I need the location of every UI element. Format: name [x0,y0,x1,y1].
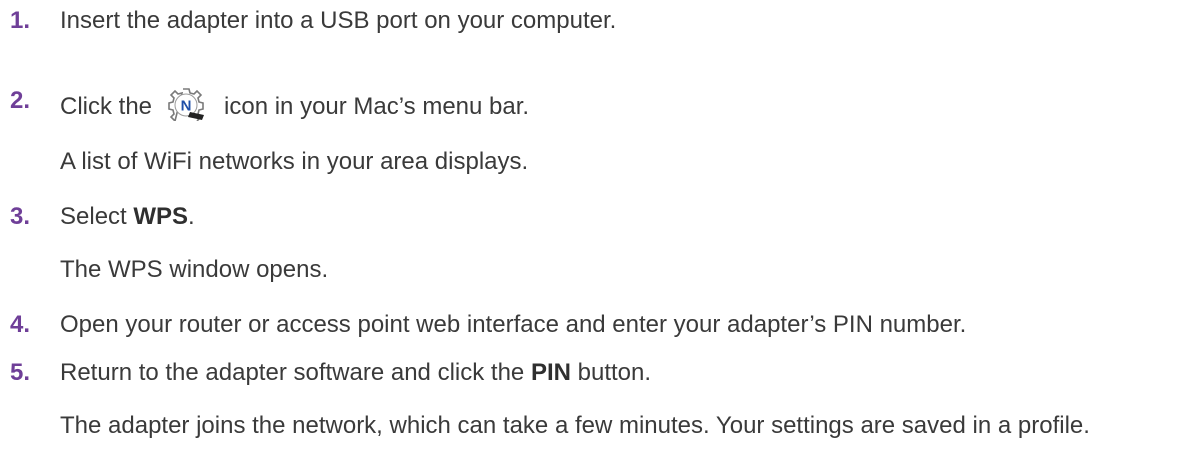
step-number: 1. [10,7,31,34]
step-text: Select WPS. [60,203,195,231]
step-text: Insert the adapter into a USB port on yo… [60,7,616,35]
step-text: Return to the adapter software and click… [60,359,651,387]
step-5-prefix: Return to the adapter software and click… [60,359,525,386]
step-result: The WPS window opens. [60,256,328,284]
step-2-result: A list of WiFi networks in your area dis… [60,148,529,175]
svg-text:N: N [181,98,192,115]
step-3-prefix: Select [60,203,127,230]
step-number: 3. [10,203,31,230]
step-2-after-icon: icon in your Mac’s menu bar. [224,93,530,120]
wps-option-label: WPS [133,203,189,230]
step-result: A list of WiFi networks in your area dis… [60,148,528,176]
step-2-before-icon: Click the [60,93,153,120]
step-text: Click the N icon in your Mac’s menu bar. [60,87,530,123]
step-number: 4. [10,311,31,338]
step-5-result: The adapter joins the network, which can… [60,412,1090,439]
instruction-steps: 1. Insert the adapter into a USB port on… [0,0,1204,466]
step-result: The adapter joins the network, which can… [60,412,1195,440]
step-1-text: Insert the adapter into a USB port on yo… [60,7,617,34]
step-5-suffix: button. [577,359,652,386]
step-3-suffix: . [188,203,195,230]
step-3-result: The WPS window opens. [60,256,329,283]
step-text: Open your router or access point web int… [60,311,966,339]
step-4-text: Open your router or access point web int… [60,311,967,338]
pin-button-label: PIN [530,359,571,386]
step-number: 2. [10,87,31,114]
netgear-n-gear-icon: N [166,87,206,123]
step-number: 5. [10,359,31,386]
